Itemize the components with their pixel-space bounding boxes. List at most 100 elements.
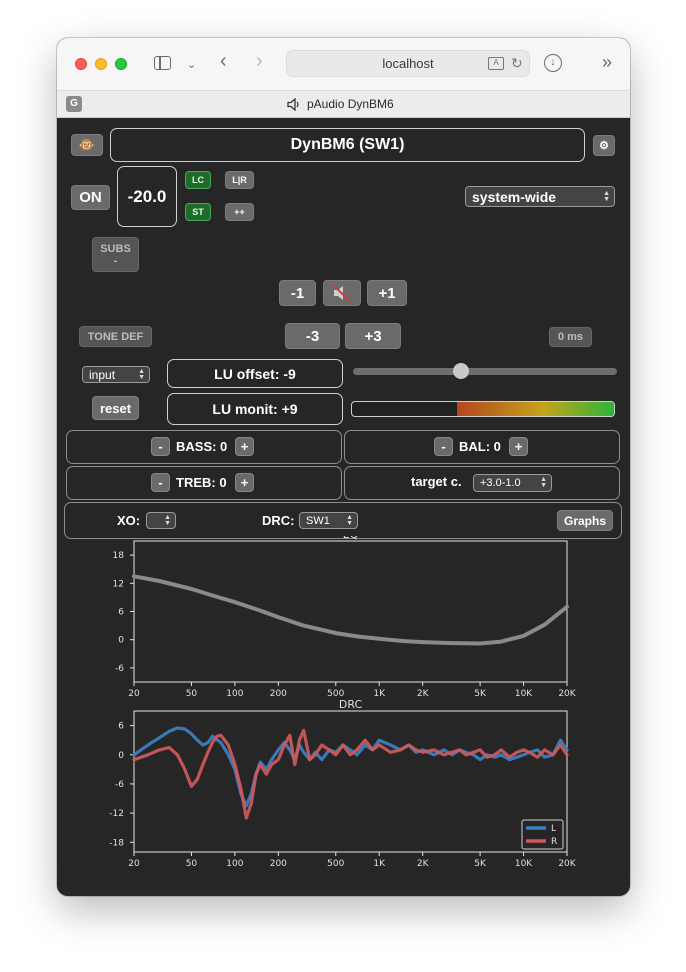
browser-toolbar: ⌄ ‹ › localhost A ↻ ↓ » [57, 38, 630, 90]
y-tick-label: -12 [109, 809, 124, 819]
sidebar-icon[interactable] [154, 56, 171, 70]
tone-def-button[interactable]: TONE DEF [79, 326, 152, 347]
gear-icon: ⚙ [599, 140, 609, 152]
source-select-value: system-wide [472, 188, 557, 205]
source-select[interactable]: system-wide ▲ ▼ [465, 186, 615, 207]
address-bar[interactable]: localhost A ↻ [286, 50, 530, 77]
bal-minus-button[interactable]: - [434, 437, 453, 456]
target-label: target c. [411, 474, 462, 489]
lu-offset-display: LU offset: -9 [167, 359, 343, 388]
x-tick-label: 20K [558, 689, 576, 699]
x-tick-label: 10K [515, 859, 533, 869]
y-tick-label: -18 [109, 838, 124, 848]
plot-frame [133, 540, 568, 683]
y-tick-label: 6 [118, 722, 124, 732]
select-arrows-icon: ▲ ▼ [603, 189, 610, 203]
y-tick-label: 6 [118, 608, 124, 618]
x-tick-label: 10K [515, 689, 533, 699]
monkey-icon: 🐵 [78, 137, 96, 152]
chart-title: DRC [339, 698, 363, 711]
avatar-button[interactable]: 🐵 [71, 134, 103, 156]
volume-minus-1-button[interactable]: -1 [279, 280, 316, 306]
volume-minus-3-button[interactable]: -3 [285, 323, 340, 349]
close-window-button[interactable] [75, 58, 87, 70]
volume-display[interactable]: -20.0 [117, 166, 177, 227]
subs-label: SUBS [100, 242, 131, 255]
y-tick-label: 12 [113, 579, 124, 589]
xo-select[interactable]: ▲ ▼ [146, 512, 176, 529]
legend-label: R [551, 837, 557, 847]
treb-plus-button[interactable]: + [235, 473, 254, 492]
preset-title[interactable]: DynBM6 (SW1) [110, 128, 585, 162]
x-tick-label: 50 [186, 689, 198, 699]
delay-button[interactable]: 0 ms [549, 327, 592, 347]
lu-meter [351, 401, 615, 417]
x-tick-label: 1K [373, 689, 386, 699]
x-tick-label: 100 [226, 689, 243, 699]
lr-button[interactable]: L|R [225, 171, 254, 189]
back-icon[interactable]: ‹ [220, 51, 227, 71]
bass-label: BASS: 0 [176, 439, 228, 454]
subs-value: - [113, 254, 118, 267]
plot-frame [133, 710, 568, 853]
zoom-window-button[interactable] [115, 58, 127, 70]
x-tick-label: 100 [226, 859, 243, 869]
x-tick-label: 2K [417, 859, 430, 869]
x-tick-label: 500 [327, 859, 344, 869]
chevron-down-icon[interactable]: ⌄ [187, 57, 196, 73]
drc-label: DRC: [262, 513, 295, 528]
minimize-window-button[interactable] [95, 58, 107, 70]
graphs-button[interactable]: Graphs [557, 510, 613, 531]
charts-area: EQ20501002005001K2K5K10K20K181260-6DRC20… [109, 536, 576, 869]
more-tabs-icon[interactable]: » [602, 53, 612, 71]
x-tick-label: 200 [270, 689, 287, 699]
x-tick-label: 5K [474, 859, 487, 869]
drc-select[interactable]: SW1 ▲ ▼ [299, 512, 358, 529]
speaker-muted-icon [333, 285, 351, 302]
select-arrows-icon: ▲ ▼ [346, 513, 353, 527]
x-tick-label: 20 [128, 689, 140, 699]
x-tick-label: 1K [373, 859, 386, 869]
y-tick-label: -6 [115, 664, 124, 674]
speaker-icon [287, 97, 299, 111]
x-tick-label: 2K [417, 689, 430, 699]
bass-minus-button[interactable]: - [151, 437, 170, 456]
settings-button[interactable]: ⚙ [593, 135, 615, 156]
select-arrows-icon: ▲ ▼ [540, 476, 547, 489]
select-arrows-icon: ▲ ▼ [138, 367, 145, 381]
tab-title: pAudio DynBM6 [307, 97, 394, 111]
x-tick-label: 200 [270, 859, 287, 869]
lu-offset-slider[interactable] [353, 363, 617, 379]
browser-window: ⌄ ‹ › localhost A ↻ ↓ » G pAudio DynBM6 … [57, 38, 630, 896]
download-icon[interactable]: ↓ [544, 54, 562, 72]
tab-active[interactable]: pAudio DynBM6 [287, 95, 394, 113]
x-tick-label: 20K [558, 859, 576, 869]
treb-minus-button[interactable]: - [151, 473, 170, 492]
reset-button[interactable]: reset [92, 396, 139, 420]
treb-label: TREB: 0 [176, 475, 227, 490]
translate-icon[interactable]: A [488, 57, 504, 70]
bal-label: BAL: 0 [459, 439, 501, 454]
forward-icon[interactable]: › [256, 51, 263, 71]
y-tick-label: 18 [113, 551, 125, 561]
volume-plus-1-button[interactable]: +1 [367, 280, 407, 306]
volume-plus-3-button[interactable]: +3 [345, 323, 401, 349]
xo-label: XO: [117, 513, 141, 528]
plusplus-button[interactable]: ++ [225, 203, 254, 221]
on-button[interactable]: ON [71, 185, 110, 210]
target-select-value: +3.0-1.0 [480, 477, 521, 489]
target-select[interactable]: +3.0-1.0 ▲ ▼ [473, 474, 552, 492]
bal-plus-button[interactable]: + [509, 437, 528, 456]
st-button[interactable]: ST [185, 203, 211, 221]
bass-plus-button[interactable]: + [235, 437, 254, 456]
input-select[interactable]: input ▲ ▼ [82, 366, 150, 383]
lu-monitor-display: LU monit: +9 [167, 393, 343, 425]
slider-thumb[interactable] [453, 363, 470, 379]
mute-button[interactable] [323, 280, 361, 306]
reload-icon[interactable]: ↻ [511, 55, 523, 72]
legend-label: L [551, 824, 556, 834]
select-arrows-icon: ▲ ▼ [164, 513, 171, 527]
lc-button[interactable]: LC [185, 171, 211, 189]
subs-button[interactable]: SUBS - [92, 237, 139, 272]
drc-select-value: SW1 [306, 514, 330, 527]
